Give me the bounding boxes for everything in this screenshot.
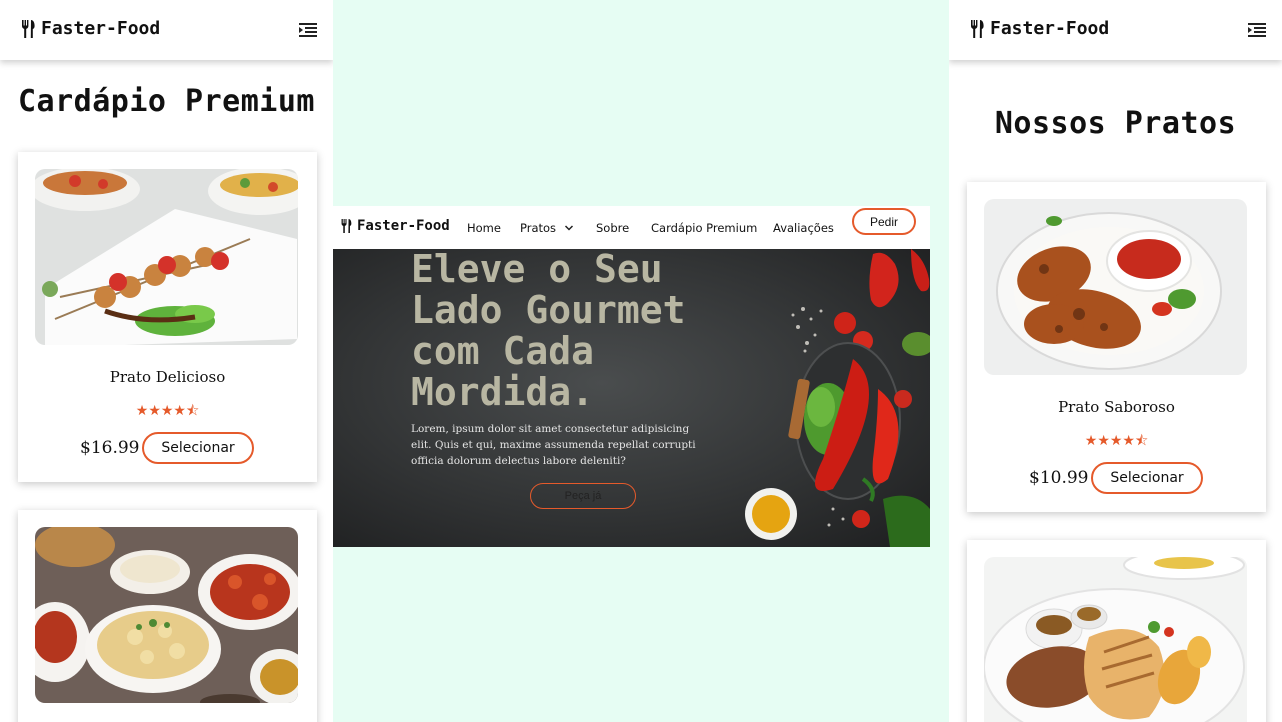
brand-name: Faster-Food <box>990 18 1110 39</box>
chevron-down-icon <box>564 225 573 231</box>
dish-price: $16.99 <box>80 438 140 458</box>
section-title: Cardápio Premium <box>18 84 315 119</box>
dish-card: Prato Saboroso ★★★★⯪ $10.99 Selecionar <box>967 182 1266 512</box>
dish-photo <box>35 527 298 703</box>
nav-link-label: Pratos <box>520 221 557 235</box>
hero-section: Eleve o Seu Lado Gourmet com Cada Mordid… <box>333 249 930 547</box>
nav-link-pratos[interactable]: Pratos <box>520 221 574 235</box>
dish-photo <box>984 199 1247 375</box>
star-rating: ★★★★⯪ <box>1084 433 1149 449</box>
fork-knife-icon <box>22 19 35 38</box>
mobile-preview-dishes: Faster-Food Nossos Pratos Prato Saboroso… <box>949 0 1282 722</box>
select-button[interactable]: Selecionar <box>1091 462 1203 494</box>
dish-card <box>967 540 1266 722</box>
select-button[interactable]: Selecionar <box>142 432 254 464</box>
menu-indent-icon[interactable] <box>299 22 317 38</box>
hero-text: Lorem, ipsum dolor sit amet consectetur … <box>411 423 696 467</box>
dish-card: Prato Delicioso ★★★★⯪ $16.99 Selecionar <box>18 152 317 482</box>
mobile-header: Faster-Food <box>0 0 333 60</box>
nav-link-home[interactable]: Home <box>467 221 501 235</box>
nav-link-avaliacoes[interactable]: Avaliações <box>773 221 834 235</box>
dish-photo <box>35 169 298 345</box>
mobile-preview-premium: Faster-Food Cardápio Premium Prato Delic… <box>0 0 333 722</box>
fork-knife-icon <box>971 19 984 38</box>
hero-order-button[interactable]: Peça já <box>530 483 636 509</box>
brand-logo[interactable]: Faster-Food <box>340 218 450 234</box>
section-title: Nossos Pratos <box>994 106 1237 141</box>
brand-name: Faster-Food <box>357 218 450 234</box>
desktop-preview: Faster-Food Home Pratos Sobre Cardápio P… <box>333 206 930 547</box>
star-rating: ★★★★⯪ <box>135 403 200 419</box>
hero-title: Eleve o Seu Lado Gourmet com Cada Mordid… <box>411 249 686 414</box>
dish-price: $10.99 <box>1029 468 1089 488</box>
order-button[interactable]: Pedir <box>852 208 916 235</box>
dish-name: Prato Saboroso <box>1058 398 1175 416</box>
navbar: Faster-Food Home Pratos Sobre Cardápio P… <box>333 206 930 249</box>
dish-card <box>18 510 317 722</box>
brand-logo[interactable]: Faster-Food <box>20 18 160 39</box>
brand-logo[interactable]: Faster-Food <box>969 18 1109 39</box>
menu-indent-icon[interactable] <box>1248 22 1266 38</box>
dish-name: Prato Delicioso <box>109 368 226 386</box>
brand-name: Faster-Food <box>41 18 161 39</box>
fork-knife-icon <box>341 219 352 233</box>
mobile-header: Faster-Food <box>949 0 1282 60</box>
dish-photo <box>984 557 1247 722</box>
hero-image <box>745 249 930 547</box>
nav-link-sobre[interactable]: Sobre <box>596 221 629 235</box>
nav-link-cardapio-premium[interactable]: Cardápio Premium <box>651 221 757 235</box>
